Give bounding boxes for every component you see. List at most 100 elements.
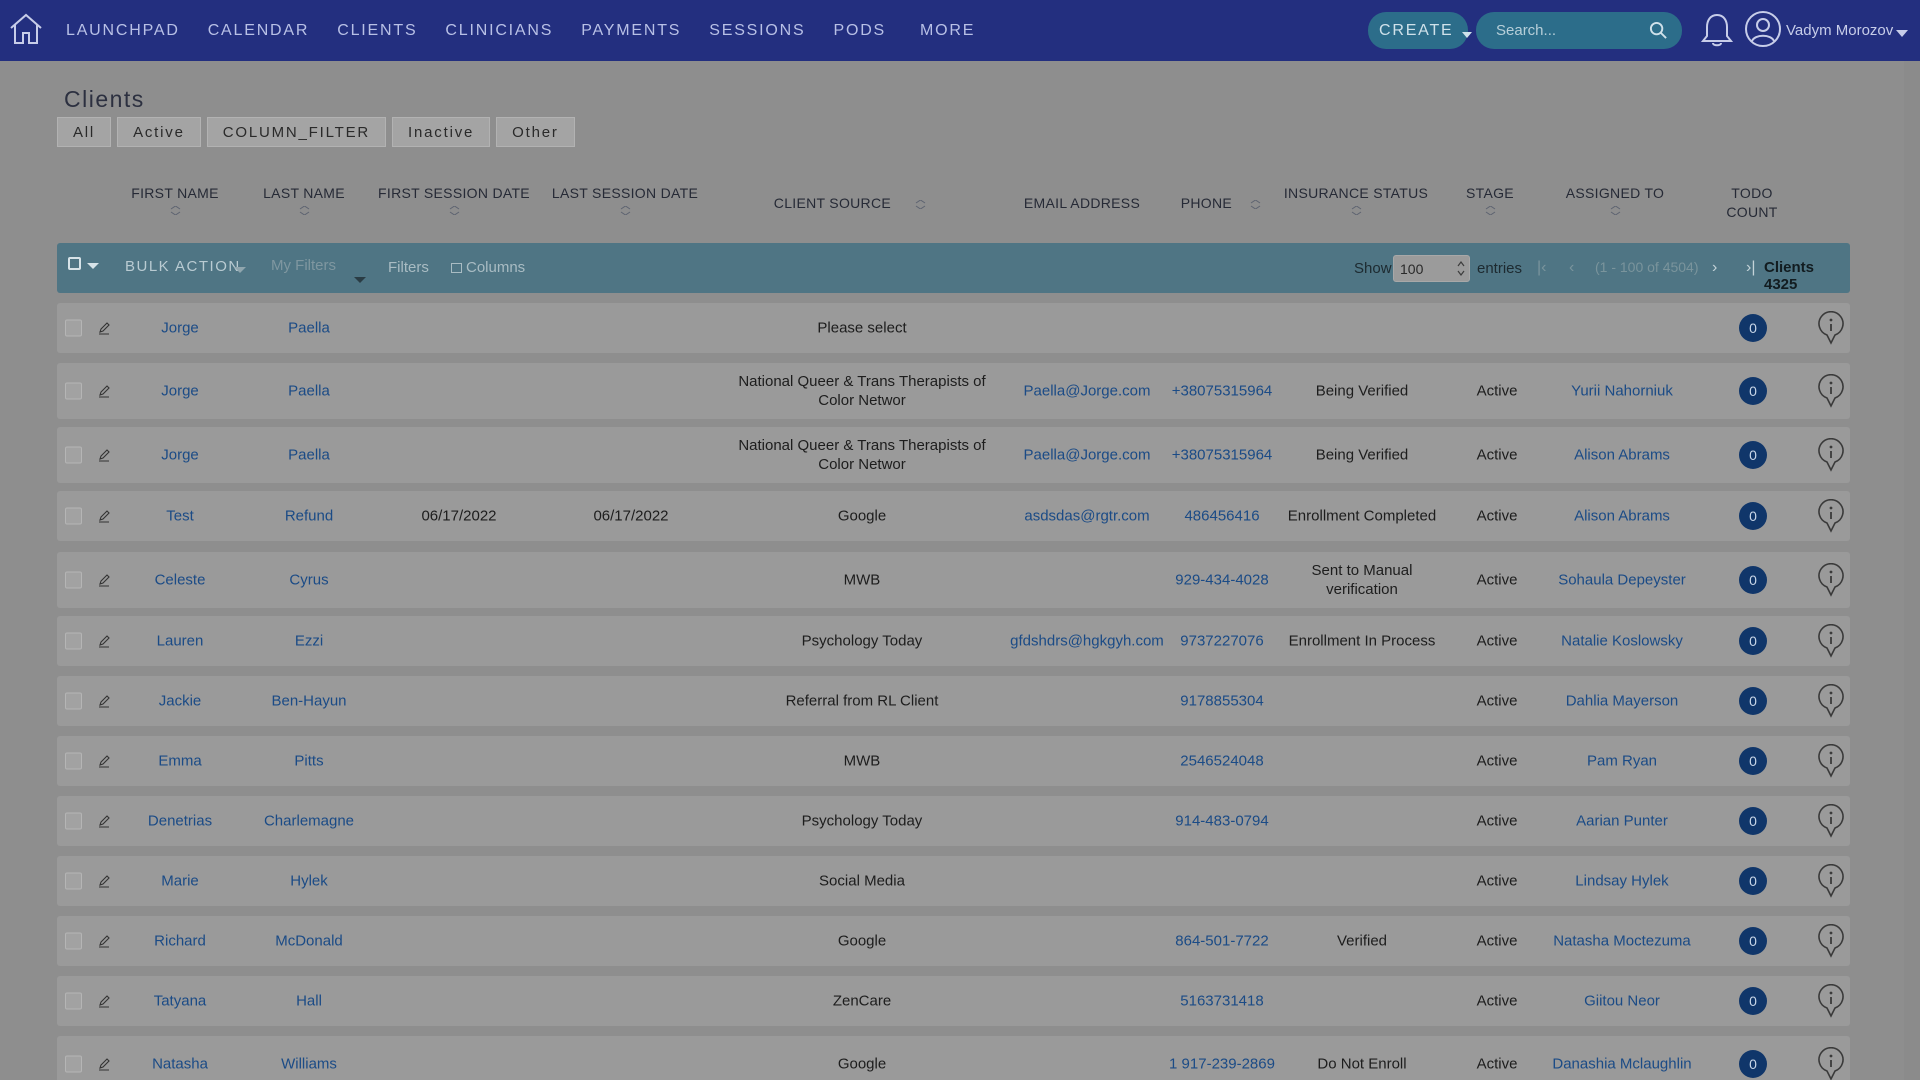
select-all-checkbox[interactable] <box>68 257 81 270</box>
email-cell[interactable]: Paella@Jorge.com <box>1007 382 1167 401</box>
row-checkbox[interactable] <box>65 571 82 589</box>
col-assigned-to[interactable]: ASSIGNED TO <box>1555 184 1675 215</box>
edit-pencil-icon[interactable] <box>97 448 111 462</box>
phone-cell[interactable]: 9178855304 <box>1162 692 1282 711</box>
first-name-cell[interactable]: Jorge <box>125 446 235 465</box>
sort-icon[interactable] <box>449 206 460 215</box>
tab-column-filter[interactable]: COLUMN_FILTER <box>206 117 387 147</box>
sort-icon[interactable] <box>1610 206 1621 215</box>
assigned-to-cell[interactable]: Giitou Neor <box>1547 992 1697 1011</box>
tab-active[interactable]: Active <box>117 117 201 147</box>
table-row[interactable]: Jackie Ben-Hayun Referral from RL Client 91… <box>57 676 1850 726</box>
row-checkbox[interactable] <box>65 992 82 1010</box>
table-row[interactable]: Jorge Paella National Queer & Trans Therap… <box>57 363 1850 419</box>
row-checkbox[interactable] <box>65 692 82 710</box>
row-checkbox[interactable] <box>65 752 82 770</box>
my-filters-dropdown[interactable]: My Filters <box>271 257 336 274</box>
sort-icon[interactable] <box>1351 206 1362 215</box>
info-icon[interactable] <box>1817 924 1845 958</box>
phone-cell[interactable]: 914-483-0794 <box>1162 812 1282 831</box>
todo-count-badge[interactable]: 0 <box>1739 747 1767 775</box>
columns-button[interactable]: Columns <box>451 259 525 276</box>
table-row[interactable]: Emma Pitts MWB 2546524048 Active Pam Ryan 0 <box>57 736 1850 786</box>
info-icon[interactable] <box>1817 864 1845 898</box>
col-first-session-date[interactable]: FIRST SESSION DATE <box>377 184 531 215</box>
user-menu-chevron-icon[interactable] <box>1896 30 1908 37</box>
search-icon[interactable] <box>1649 21 1668 40</box>
row-checkbox[interactable] <box>65 872 82 890</box>
table-row[interactable]: Marie Hylek Social Media Active Lindsay Hyle… <box>57 856 1850 906</box>
edit-pencil-icon[interactable] <box>97 994 111 1008</box>
row-checkbox[interactable] <box>65 446 82 464</box>
edit-pencil-icon[interactable] <box>97 509 111 523</box>
nav-clients[interactable]: CLIENTS <box>337 22 417 40</box>
table-row[interactable]: Celeste Cyrus MWB 929-434-4028 Sent to Manua… <box>57 552 1850 608</box>
edit-pencil-icon[interactable] <box>97 814 111 828</box>
first-name-cell[interactable]: Marie <box>125 872 235 891</box>
nav-clinicians[interactable]: CLINICIANS <box>445 22 553 40</box>
edit-pencil-icon[interactable] <box>97 321 111 335</box>
email-cell[interactable]: gfdshdrs@hgkgyh.com <box>1007 632 1167 651</box>
table-row[interactable]: Jorge Paella National Queer & Trans Therap… <box>57 427 1850 483</box>
first-name-cell[interactable]: Jorge <box>125 319 235 338</box>
sort-icon[interactable] <box>1485 206 1496 215</box>
edit-pencil-icon[interactable] <box>97 874 111 888</box>
row-checkbox[interactable] <box>65 812 82 830</box>
first-page-icon[interactable]: |‹ <box>1537 259 1546 277</box>
info-icon[interactable] <box>1817 804 1845 838</box>
last-name-cell[interactable]: McDonald <box>254 932 364 951</box>
sort-icon[interactable] <box>1250 199 1261 209</box>
user-name[interactable]: Vadym Morozov <box>1786 22 1893 39</box>
tab-inactive[interactable]: Inactive <box>392 117 491 147</box>
row-checkbox[interactable] <box>65 382 82 400</box>
info-icon[interactable] <box>1817 311 1845 345</box>
create-button[interactable]: CREATE <box>1368 12 1472 49</box>
assigned-to-cell[interactable]: Natasha Moctezuma <box>1547 932 1697 951</box>
first-name-cell[interactable]: Jackie <box>125 692 235 711</box>
nav-launchpad[interactable]: LAUNCHPAD <box>66 22 180 40</box>
col-todo-count[interactable]: TODO COUNT <box>1712 184 1792 222</box>
row-checkbox[interactable] <box>65 1055 82 1073</box>
first-name-cell[interactable]: Celeste <box>125 571 235 590</box>
first-name-cell[interactable]: Tatyana <box>125 992 235 1011</box>
first-name-cell[interactable]: Jorge <box>125 382 235 401</box>
edit-pencil-icon[interactable] <box>97 934 111 948</box>
last-name-cell[interactable]: Pitts <box>254 752 364 771</box>
search-input[interactable] <box>1496 12 1646 49</box>
bulk-action-dropdown[interactable]: BULK ACTION <box>125 258 241 275</box>
last-name-cell[interactable]: Hylek <box>254 872 364 891</box>
table-row[interactable]: Jorge Paella Please select 0 <box>57 303 1850 353</box>
col-phone[interactable]: PHONE <box>1166 194 1276 213</box>
nav-calendar[interactable]: CALENDAR <box>208 22 310 40</box>
col-stage[interactable]: STAGE <box>1450 184 1530 215</box>
phone-cell[interactable]: 486456416 <box>1162 507 1282 526</box>
todo-count-badge[interactable]: 0 <box>1739 867 1767 895</box>
assigned-to-cell[interactable]: Dahlia Mayerson <box>1547 692 1697 711</box>
tab-other[interactable]: Other <box>496 117 575 147</box>
spinner-arrows-icon[interactable] <box>1457 260 1465 277</box>
todo-count-badge[interactable]: 0 <box>1739 502 1767 530</box>
table-row[interactable]: Lauren Ezzi Psychology Today gfdshdrs@hgkgy… <box>57 616 1850 666</box>
todo-count-badge[interactable]: 0 <box>1739 987 1767 1015</box>
sort-icon[interactable] <box>915 199 926 209</box>
edit-pencil-icon[interactable] <box>97 384 111 398</box>
info-icon[interactable] <box>1817 374 1845 408</box>
table-row[interactable]: Test Refund 06/17/2022 06/17/2022 Google asds… <box>57 491 1850 541</box>
todo-count-badge[interactable]: 0 <box>1739 1050 1767 1078</box>
table-row[interactable]: Richard McDonald Google 864-501-7722 Verifie… <box>57 916 1850 966</box>
user-avatar-icon[interactable] <box>1744 10 1782 48</box>
todo-count-badge[interactable]: 0 <box>1739 627 1767 655</box>
col-first-name[interactable]: FIRST NAME <box>120 184 230 215</box>
table-row[interactable]: Tatyana Hall ZenCare 5163731418 Active Giitou… <box>57 976 1850 1026</box>
phone-cell[interactable]: +38075315964 <box>1162 446 1282 465</box>
phone-cell[interactable]: 864-501-7722 <box>1162 932 1282 951</box>
phone-cell[interactable]: +38075315964 <box>1162 382 1282 401</box>
row-checkbox[interactable] <box>65 632 82 650</box>
assigned-to-cell[interactable]: Lindsay Hylek <box>1547 872 1697 891</box>
last-name-cell[interactable]: Cyrus <box>254 571 364 590</box>
info-icon[interactable] <box>1817 499 1845 533</box>
todo-count-badge[interactable]: 0 <box>1739 687 1767 715</box>
assigned-to-cell[interactable]: Danashia Mclaughlin <box>1547 1055 1697 1074</box>
info-icon[interactable] <box>1817 684 1845 718</box>
last-name-cell[interactable]: Ezzi <box>254 632 364 651</box>
